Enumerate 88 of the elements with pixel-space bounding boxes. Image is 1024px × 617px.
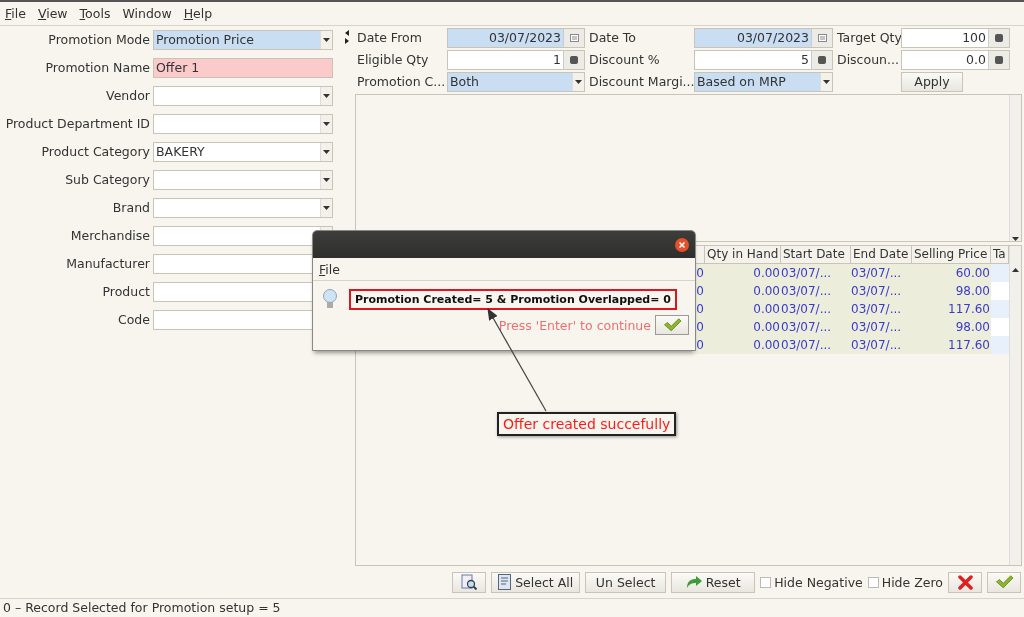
column-header[interactable]: Ta: [991, 245, 1009, 264]
menu-item[interactable]: File: [5, 5, 26, 21]
text-field[interactable]: Offer 1: [153, 57, 333, 78]
dropdown-field[interactable]: Promotion Price: [153, 29, 333, 50]
dropdown-caret-icon: [323, 121, 330, 126]
scroll-down-icon: [1012, 236, 1019, 241]
dropdown-field[interactable]: Both: [447, 71, 585, 92]
lightbulb-icon: [323, 289, 337, 311]
calendar-icon: [569, 33, 579, 42]
number-field[interactable]: 100: [901, 27, 1010, 48]
dropdown-field[interactable]: [153, 197, 333, 218]
menu-item[interactable]: Tools: [79, 5, 111, 21]
status-bar: 0 – Record Selected for Promotion setup = 5: [0, 598, 1024, 617]
dropdown-caret-icon: [323, 37, 330, 42]
dropdown-caret-icon: [323, 149, 330, 154]
ok-button[interactable]: [987, 571, 1021, 593]
dropdown-field[interactable]: [153, 113, 333, 134]
field-label: Discount %: [588, 50, 661, 69]
field-label: Product: [101, 284, 151, 300]
close-icon[interactable]: [675, 237, 689, 252]
checkmark-icon: [663, 318, 681, 332]
scroll-up-icon: [1012, 267, 1019, 272]
dropdown-caret-icon: [323, 93, 330, 98]
select-all-button[interactable]: Select All: [491, 571, 581, 593]
field-label: Date To: [588, 28, 637, 47]
dropdown-field[interactable]: [153, 85, 333, 106]
document-icon: [498, 574, 512, 591]
column-header[interactable]: Selling Price: [912, 245, 991, 264]
field-label: Sub Category: [64, 172, 151, 188]
column-header[interactable]: [695, 245, 705, 264]
unselect-button[interactable]: Un Select: [585, 571, 667, 593]
checkmark-icon: [995, 575, 1013, 589]
field-label: Discount Margi...: [588, 72, 694, 91]
spinner-icon: [995, 33, 1003, 42]
scrollbar[interactable]: [1009, 94, 1021, 241]
scrollbar[interactable]: [1009, 245, 1021, 566]
field-label: Vendor: [105, 88, 151, 104]
redo-arrow-icon: [685, 575, 702, 589]
field-label: Promotion Mode: [47, 32, 151, 48]
preview-button[interactable]: [452, 571, 487, 593]
field-label: Promotion C...: [356, 72, 447, 91]
message-text: Promotion Created= 5 & Promotion Overlapped= 0: [349, 289, 677, 310]
dropdown-caret-icon: [323, 177, 330, 182]
menu-item[interactable]: Window: [122, 5, 172, 21]
date-field[interactable]: 03/07/2023: [447, 27, 585, 48]
field-label: Product Category: [40, 144, 151, 160]
checkbox[interactable]: Hide Negative: [760, 574, 863, 590]
field-label: Product Department ID: [4, 116, 151, 132]
number-field[interactable]: 5: [694, 49, 833, 70]
dropdown-caret-icon: [823, 79, 830, 84]
cancel-button[interactable]: [948, 571, 982, 593]
number-field[interactable]: 1: [447, 49, 585, 70]
dropdown-field[interactable]: [153, 225, 333, 246]
apply-button[interactable]: Apply: [901, 71, 963, 92]
field-label: Promotion Name: [44, 60, 151, 76]
splitter-arrows-icon[interactable]: [344, 29, 349, 44]
column-header[interactable]: Qty in Hand: [705, 245, 781, 264]
dropdown-field[interactable]: [153, 169, 333, 190]
field-label: Target Qty: [836, 28, 901, 47]
annotation-callout: Offer created succefully: [497, 412, 677, 436]
dropdown-field[interactable]: BAKERY: [153, 141, 333, 162]
menu-item[interactable]: Help: [183, 5, 213, 21]
spinner-icon: [995, 55, 1003, 64]
number-field[interactable]: 0.0: [901, 49, 1010, 70]
checkbox[interactable]: Hide Zero: [867, 574, 943, 590]
spinner-icon: [570, 55, 578, 64]
close-icon: [957, 574, 973, 590]
field-label: Merchandise: [69, 228, 151, 244]
column-header[interactable]: Start Date: [781, 245, 851, 264]
magnifier-icon: [461, 574, 478, 591]
menu-item[interactable]: File: [319, 261, 340, 277]
field-label: Brand: [111, 200, 151, 216]
dropdown-caret-icon: [575, 79, 582, 84]
ok-button[interactable]: [655, 315, 689, 335]
hint-text: Press 'Enter' to continue: [498, 317, 651, 333]
field-label: Manufacturer: [65, 256, 151, 272]
field-label: Code: [117, 312, 151, 328]
dropdown-field[interactable]: Based on MRP: [694, 71, 833, 92]
spinner-icon: [818, 55, 826, 64]
reset-button[interactable]: Reset: [671, 571, 756, 593]
dropdown-caret-icon: [323, 205, 330, 210]
column-header[interactable]: End Date: [851, 245, 912, 264]
field-label: Date From: [356, 28, 423, 47]
field-label: Eligible Qty: [356, 50, 430, 69]
field-label: Discoun...: [836, 50, 900, 69]
date-field[interactable]: 03/07/2023: [694, 27, 833, 48]
menu-item[interactable]: View: [37, 5, 68, 21]
calendar-icon: [817, 33, 827, 42]
